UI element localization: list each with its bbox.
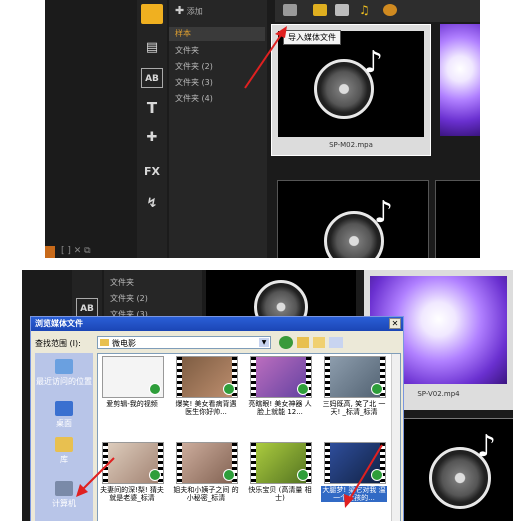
- thumbnail-partial-2[interactable]: [435, 180, 480, 258]
- video-thumbnail-partial[interactable]: [440, 24, 480, 136]
- annotation-arrows-bottom: [76, 444, 383, 508]
- top-editor-panel: [ ] ✕ ⧉ ▤ AB T ✚ FX ↯ 样本 文件夹 文件夹 (2) 文件夹…: [45, 0, 480, 258]
- bottom-editor-panel: AB 文件夹 文件夹 (2) 文件夹 (3) SP-V02.mp4 ♪ 浏览媒体…: [22, 270, 513, 521]
- audio-thumbnail-2[interactable]: ♪: [277, 180, 429, 258]
- music-note-icon: ♪: [374, 195, 394, 230]
